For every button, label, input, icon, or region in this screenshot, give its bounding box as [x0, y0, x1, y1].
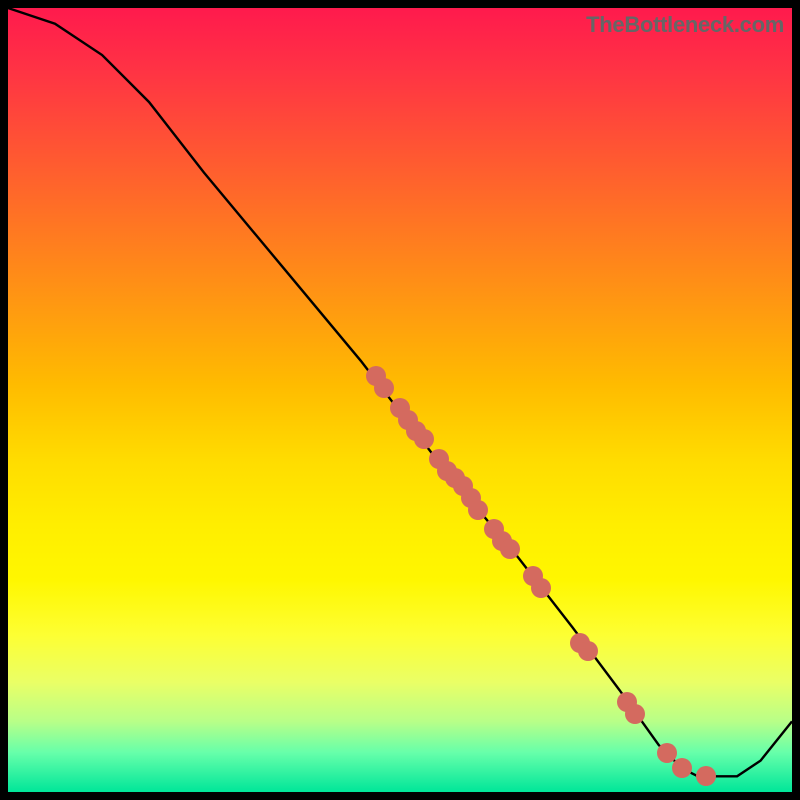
- bottleneck-curve: [8, 8, 792, 776]
- data-point-marker: [531, 578, 551, 598]
- data-point-marker: [468, 500, 488, 520]
- chart-container: TheBottleneck.com: [0, 0, 800, 800]
- data-point-marker: [657, 743, 677, 763]
- data-point-marker: [578, 641, 598, 661]
- data-point-marker: [414, 429, 434, 449]
- data-point-marker: [625, 704, 645, 724]
- data-point-marker: [500, 539, 520, 559]
- data-point-marker: [672, 758, 692, 778]
- data-point-marker: [374, 378, 394, 398]
- data-point-marker: [696, 766, 716, 786]
- plot-area: TheBottleneck.com: [8, 8, 792, 792]
